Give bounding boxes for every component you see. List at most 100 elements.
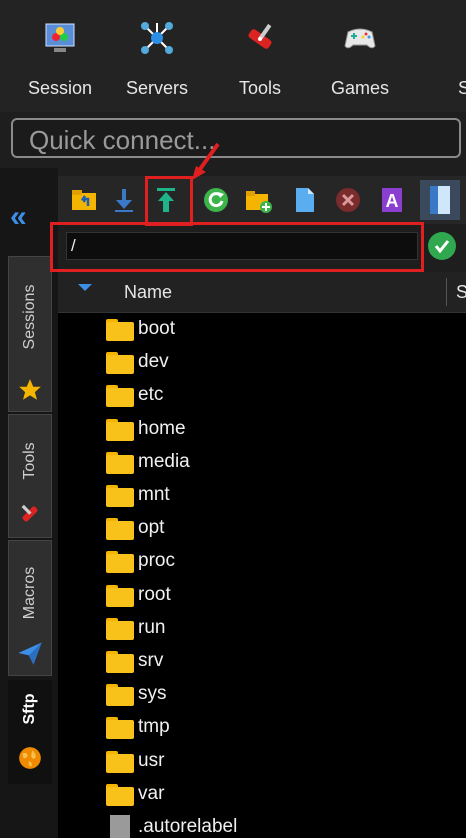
- file-name: run: [138, 616, 166, 638]
- quick-connect-box: [11, 118, 461, 158]
- toolbar-session-button[interactable]: Session: [15, 14, 105, 104]
- tools-icon: [21, 504, 38, 522]
- tab-macros[interactable]: Macros: [8, 540, 52, 676]
- file-name: .autorelabel: [138, 816, 238, 837]
- globe-icon: [19, 747, 41, 769]
- tab-sftp[interactable]: Sftp: [8, 680, 52, 784]
- file-row[interactable]: .autorelabel: [58, 811, 466, 838]
- go-button[interactable]: [428, 232, 456, 260]
- star-icon: [19, 379, 41, 400]
- tab-sftp-label: Sftp: [21, 693, 38, 725]
- file-row[interactable]: etc: [58, 379, 466, 412]
- file-name: boot: [138, 318, 175, 339]
- folder-icon: [106, 617, 134, 640]
- download-icon[interactable]: [110, 186, 138, 214]
- annotation-upload-highlight: [145, 176, 193, 226]
- folder-icon: [106, 651, 134, 673]
- toolbar-tools-button[interactable]: Tools: [215, 14, 305, 104]
- folder-icon: [106, 684, 134, 707]
- tab-tools-label: Tools: [21, 442, 38, 480]
- new-folder-icon[interactable]: [244, 186, 272, 214]
- file-name: tmp: [138, 716, 170, 738]
- folder-icon: [106, 584, 134, 607]
- column-size-header[interactable]: S: [456, 282, 466, 303]
- session-icon: [45, 23, 75, 52]
- rename-icon[interactable]: A: [378, 186, 406, 214]
- file-row[interactable]: usr: [58, 745, 466, 778]
- file-row[interactable]: root: [58, 579, 466, 612]
- file-list-header: Name S: [58, 272, 466, 313]
- tab-sessions[interactable]: Sessions: [8, 256, 52, 412]
- file-name: dev: [138, 351, 169, 373]
- folder-icon: [106, 385, 134, 408]
- tab-tools[interactable]: Tools: [8, 414, 52, 538]
- file-name: sys: [138, 683, 167, 705]
- column-divider[interactable]: [446, 278, 447, 306]
- file-row[interactable]: tmp: [58, 711, 466, 744]
- file-row[interactable]: opt: [58, 512, 466, 545]
- folder-icon: [106, 451, 134, 474]
- file-name: mnt: [138, 484, 170, 505]
- toolbar-games-button[interactable]: Games: [315, 14, 405, 104]
- tools-icon: [248, 23, 272, 49]
- toggle-view-button[interactable]: [420, 180, 460, 220]
- file-row[interactable]: sys: [58, 678, 466, 711]
- toolbar-games-label: Games: [330, 78, 390, 98]
- file-name: var: [138, 782, 165, 804]
- folder-icon: [106, 551, 134, 574]
- file-name: proc: [138, 550, 175, 572]
- svg-text:A: A: [386, 191, 399, 211]
- quick-connect-input[interactable]: [27, 123, 461, 157]
- tab-macros-label: Macros: [21, 566, 38, 620]
- sftp-toolbar: A: [58, 176, 466, 224]
- toolbar-servers-label: Servers: [125, 78, 188, 98]
- checkmark-icon: [434, 240, 450, 254]
- file-name: home: [138, 417, 186, 439]
- file-row[interactable]: proc: [58, 545, 466, 578]
- file-list: boot dev etc home media mnt opt proc root run srv s…: [58, 313, 466, 838]
- annotation-arrow: [192, 142, 220, 180]
- toolbar-servers-button[interactable]: Servers: [112, 14, 202, 104]
- file-row[interactable]: dev: [58, 346, 466, 379]
- folder-icon: [106, 485, 134, 507]
- file-icon: [110, 815, 130, 838]
- file-row[interactable]: mnt: [58, 479, 466, 512]
- file-row[interactable]: srv: [58, 645, 466, 678]
- file-row[interactable]: run: [58, 612, 466, 645]
- parent-folder-icon[interactable]: [70, 186, 98, 214]
- toolbar-tools-label: Tools: [238, 78, 282, 98]
- tab-sessions-label: Sessions: [21, 284, 38, 350]
- toolbar-session-label: Session: [27, 78, 93, 98]
- file-name: srv: [138, 650, 164, 671]
- collapse-panel-icon[interactable]: «: [10, 200, 27, 234]
- file-row[interactable]: media: [58, 446, 466, 479]
- panel-icon: [430, 186, 450, 214]
- folder-icon: [106, 518, 134, 541]
- file-name: usr: [138, 749, 165, 771]
- file-row[interactable]: home: [58, 413, 466, 446]
- annotation-path-highlight: [50, 222, 424, 272]
- new-file-icon[interactable]: [290, 186, 318, 214]
- toolbar-settings-button[interactable]: S: [412, 14, 466, 104]
- folder-icon: [106, 717, 134, 740]
- sort-arrow-icon[interactable]: [78, 284, 92, 291]
- file-name: opt: [138, 517, 165, 539]
- main-toolbar: Session Servers Tools Games S: [0, 0, 466, 112]
- file-name: media: [138, 450, 190, 472]
- file-name: root: [138, 583, 171, 605]
- folder-icon: [106, 750, 134, 773]
- paper-plane-icon: [18, 642, 42, 665]
- servers-icon: [141, 22, 173, 54]
- column-name-header[interactable]: Name: [124, 282, 172, 303]
- folder-icon: [106, 352, 134, 375]
- file-row[interactable]: boot: [58, 313, 466, 346]
- folder-icon: [106, 319, 134, 341]
- folder-icon: [106, 418, 134, 441]
- folder-icon: [106, 783, 134, 806]
- delete-icon[interactable]: [334, 186, 362, 214]
- file-row[interactable]: var: [58, 778, 466, 811]
- games-icon: [344, 28, 376, 49]
- refresh-icon[interactable]: [202, 186, 230, 214]
- file-name: etc: [138, 384, 164, 406]
- toolbar-settings-label: S: [458, 78, 466, 98]
